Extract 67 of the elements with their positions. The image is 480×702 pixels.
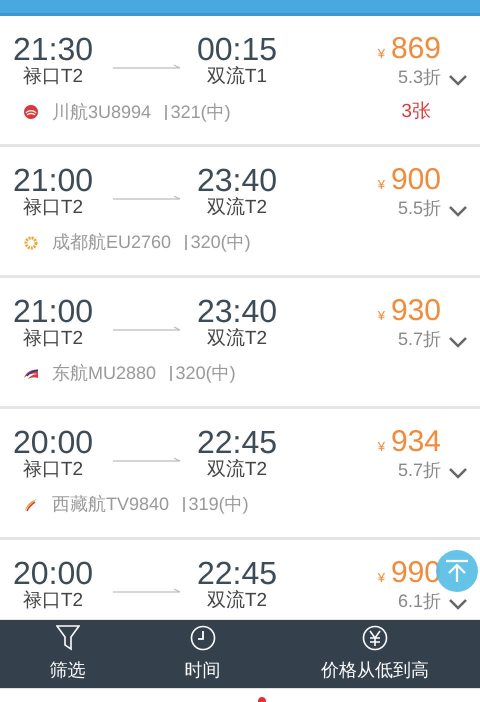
route-arrow-icon: [113, 64, 181, 70]
chevron-down-icon[interactable]: [449, 74, 467, 86]
route-arrow-icon: [113, 326, 181, 332]
time-text: 21:00: [12, 294, 94, 328]
flight-number-text: 西藏航TV9840: [52, 493, 170, 516]
currency-symbol: ¥: [378, 438, 385, 456]
toolbar-button[interactable]: 价格从低到高: [270, 620, 480, 688]
price-text: 869: [390, 32, 441, 66]
currency-symbol: ¥: [378, 569, 385, 587]
time-text: 21:30: [12, 32, 94, 66]
airport-text: 禄口T2: [22, 459, 84, 481]
time-text: 20:00: [12, 556, 94, 590]
chevron-down-icon[interactable]: [449, 206, 467, 216]
time-text: 23:40: [196, 294, 278, 328]
filter-icon: [56, 624, 80, 650]
flight-card[interactable]: 21:00 禄口T2 23:40 双流T2 ¥ 900 5.5折 成都航EU2760 320(中): [0, 147, 480, 275]
flight-number-text: 成都航EU2760: [52, 231, 172, 254]
flight-number-text: 东航MU2880: [52, 362, 156, 385]
airport-text: 禄口T2: [22, 66, 84, 88]
flight-number-text: 川航3U8994: [52, 100, 152, 124]
toolbar-button[interactable]: 筛选: [0, 620, 135, 688]
time-text: 00:15: [196, 32, 278, 66]
airline-logo-icon: [23, 104, 39, 120]
aircraft-text: 321(中): [170, 100, 231, 124]
aircraft-text: 320(中): [176, 362, 236, 385]
chevron-down-icon[interactable]: [449, 336, 467, 348]
price-text: 930: [390, 294, 441, 328]
price-text: 934: [390, 425, 441, 459]
airline-logo-icon: [23, 496, 39, 512]
flight-card[interactable]: 21:00 禄口T2 23:40 双流T2 ¥ 930 5.7折 东航MU2880 320(中): [0, 278, 480, 406]
route-arrow-icon: [113, 195, 181, 201]
tickets-left-text: 3张: [401, 100, 431, 124]
discount-text: 5.7折: [398, 459, 441, 481]
flight-card[interactable]: 21:30 禄口T2 00:15 双流T1 ¥ 869 5.3折 川航3U8994 321(中) 3张: [0, 16, 480, 144]
airport-text: 双流T2: [206, 590, 268, 612]
airport-text: 双流T2: [206, 459, 268, 481]
route-arrow-icon: [113, 457, 181, 463]
aircraft-text: 320(中): [190, 231, 251, 254]
time-text: 23:40: [196, 163, 278, 197]
discount-text: 5.3折: [398, 66, 441, 88]
clock-icon: [190, 624, 216, 650]
flight-card[interactable]: 20:00 禄口T2 22:45 双流T2 ¥ 934 5.7折 西藏航TV9840 319(中): [0, 409, 480, 537]
chevron-down-icon[interactable]: [449, 598, 467, 610]
time-text: 22:45: [196, 556, 278, 590]
airport-text: 双流T2: [206, 328, 268, 350]
currency-symbol: ¥: [378, 176, 385, 194]
toolbar-button[interactable]: 时间: [135, 620, 270, 688]
airport-text: 双流T2: [206, 197, 268, 219]
time-text: 22:45: [196, 425, 278, 459]
airline-logo-icon: [23, 234, 39, 250]
time-text: 21:00: [12, 163, 94, 197]
yen-icon: [362, 624, 388, 650]
airport-text: 双流T1: [206, 66, 268, 88]
aircraft-text: 319(中): [188, 493, 249, 516]
airport-text: 禄口T2: [22, 590, 84, 612]
time-text: 20:00: [12, 425, 94, 459]
currency-symbol: ¥: [378, 45, 385, 63]
price-text: 900: [390, 163, 441, 197]
discount-text: 5.7折: [398, 328, 441, 350]
chevron-down-icon[interactable]: [449, 468, 467, 478]
discount-text: 5.5折: [398, 197, 441, 219]
currency-symbol: ¥: [378, 307, 385, 325]
arrow-up-icon: [444, 558, 470, 584]
airport-text: 禄口T2: [22, 197, 84, 219]
airport-text: 禄口T2: [22, 328, 84, 350]
discount-text: 6.1折: [398, 590, 441, 612]
route-arrow-icon: [113, 588, 181, 594]
